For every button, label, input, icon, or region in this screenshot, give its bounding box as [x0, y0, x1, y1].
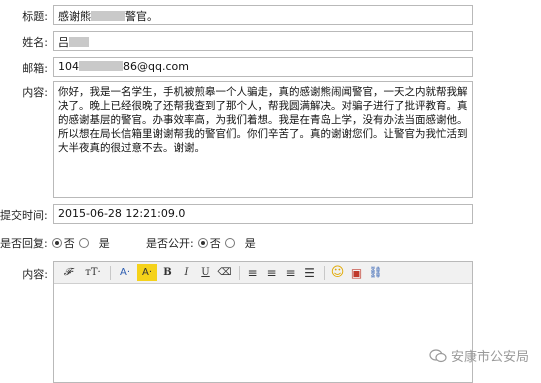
underline-button[interactable]: U: [197, 264, 214, 281]
public-label: 是否公开:: [146, 237, 194, 250]
email-text-end: 86@qq.com: [123, 60, 189, 73]
align-left-icon[interactable]: ≡: [244, 264, 261, 281]
rich-text-editor[interactable]: 𝓕· тT· A· A· B I U ⌫ ≡ ≡ ≡ ☰ ☺ ▣ ⛓: [53, 261, 473, 383]
toolbar-divider: [239, 265, 240, 280]
bold-button[interactable]: B: [159, 264, 176, 281]
watermark: 安康市公安局: [429, 346, 529, 365]
body-label: 内容:: [22, 268, 48, 281]
reply-no-label: 否: [63, 237, 75, 250]
title-field[interactable]: 感谢熊 警官。: [53, 5, 473, 25]
font-color-button[interactable]: A·: [115, 264, 135, 281]
content-label: 内容:: [22, 86, 48, 99]
email-label: 邮箱:: [22, 62, 48, 75]
reply-no-radio[interactable]: [51, 238, 62, 248]
redaction-block: [69, 37, 89, 47]
wechat-logo-icon: [429, 348, 447, 362]
content-textarea[interactable]: 你好，我是一名学生，手机被煎皋一个人骗走，真的感谢熊闹闻警官，一天之内就帮我解决…: [53, 81, 473, 198]
editor-toolbar: 𝓕· тT· A· A· B I U ⌫ ≡ ≡ ≡ ☰ ☺ ▣ ⛓: [54, 262, 472, 284]
submit-time-label: 提交时间:: [0, 209, 48, 222]
public-no-label: 否: [209, 237, 221, 250]
name-label: 姓名:: [22, 36, 48, 49]
reply-label: 是否回复:: [0, 237, 48, 250]
background-color-button[interactable]: A·: [137, 264, 157, 281]
redaction-block: [79, 61, 123, 71]
submit-time-field[interactable]: 2015-06-28 12:21:09.0: [53, 204, 473, 224]
name-field[interactable]: 吕: [53, 31, 473, 51]
public-no-radio[interactable]: [197, 238, 208, 248]
italic-button[interactable]: I: [178, 264, 195, 281]
toolbar-divider: [324, 265, 325, 280]
image-icon[interactable]: ▣: [348, 264, 365, 281]
submit-time-text: 2015-06-28 12:21:09.0: [58, 207, 186, 220]
email-field[interactable]: 104 86@qq.com: [53, 57, 473, 77]
name-text: 吕: [58, 36, 69, 49]
public-yes-radio[interactable]: [224, 238, 235, 248]
title-label: 标题:: [22, 10, 48, 23]
eraser-icon[interactable]: ⌫: [216, 264, 233, 281]
toolbar-divider: [110, 265, 111, 280]
reply-yes-radio[interactable]: [78, 238, 89, 248]
font-family-button[interactable]: 𝓕·: [58, 264, 80, 281]
link-icon[interactable]: ⛓: [367, 264, 384, 281]
list-icon[interactable]: ☰: [301, 264, 318, 281]
title-text-end: 警官。: [125, 10, 158, 23]
title-text-start: 感谢熊: [58, 10, 91, 23]
email-text-start: 104: [58, 60, 79, 73]
reply-option-row: 是否回复: 否 是: [0, 235, 110, 251]
emoji-icon[interactable]: ☺: [329, 264, 346, 281]
content-text: 你好，我是一名学生，手机被煎皋一个人骗走，真的感谢熊闹闻警官，一天之内就帮我解决…: [58, 86, 468, 154]
align-center-icon[interactable]: ≡: [263, 264, 280, 281]
public-yes-label: 是: [244, 237, 256, 250]
font-size-button[interactable]: тT·: [82, 264, 104, 281]
watermark-text: 安康市公安局: [450, 350, 529, 365]
align-right-icon[interactable]: ≡: [282, 264, 299, 281]
reply-yes-label: 是: [98, 237, 110, 250]
public-option-row: 是否公开: 否 是: [146, 235, 256, 251]
redaction-block: [91, 11, 125, 21]
